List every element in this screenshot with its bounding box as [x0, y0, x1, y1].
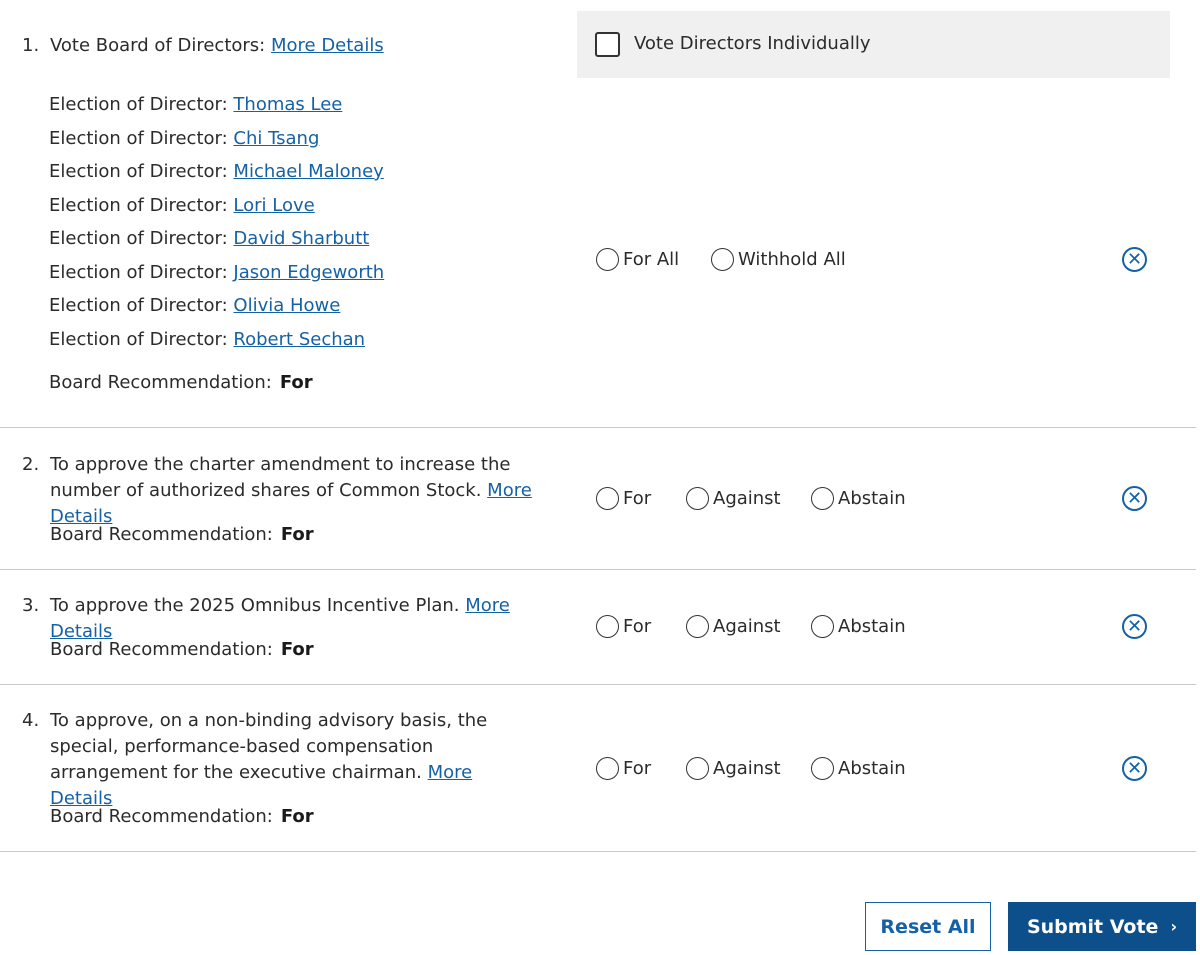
option-label: For	[623, 616, 652, 637]
board-recommendation-label: Board Recommendation:	[50, 806, 273, 827]
proposal-1-title: Vote Board of Directors: More Details	[50, 35, 384, 56]
director-name-link[interactable]: Lori Love	[233, 195, 314, 216]
option-label: For	[623, 488, 652, 509]
director-election-item: Election of Director: Lori Love	[49, 195, 315, 216]
director-election-item: Election of Director: David Sharbutt	[49, 228, 369, 249]
proposal-2-option-against[interactable]: Against	[686, 487, 781, 510]
board-recommendation-label: Board Recommendation:	[50, 639, 273, 660]
director-name-link[interactable]: Olivia Howe	[233, 295, 340, 316]
option-label: Withhold All	[738, 249, 846, 270]
proposal-3-clear-icon[interactable]: ✕	[1122, 614, 1147, 639]
director-name-link[interactable]: Michael Maloney	[233, 161, 383, 182]
option-label: Against	[713, 488, 781, 509]
proposal-3-option-for[interactable]: For	[596, 615, 651, 638]
radio-button[interactable]	[596, 757, 619, 780]
board-recommendation-value: For	[280, 639, 314, 660]
proposal-3-option-abstain[interactable]: Abstain	[811, 615, 906, 638]
board-recommendation-value: For	[280, 524, 314, 545]
proposal-2-question: To approve the charter amendment to incr…	[50, 454, 511, 501]
director-election-item: Election of Director: Chi Tsang	[49, 128, 319, 149]
radio-button[interactable]	[811, 487, 834, 510]
radio-button[interactable]	[811, 757, 834, 780]
director-election-label: Election of Director:	[49, 228, 228, 249]
proposal-1-option-for-all[interactable]: For All	[596, 248, 679, 271]
proposal-3-option-against[interactable]: Against	[686, 615, 781, 638]
proposal-1-more-details-link[interactable]: More Details	[271, 35, 384, 56]
radio-button[interactable]	[686, 615, 709, 638]
vote-directors-individually-checkbox[interactable]	[595, 32, 620, 57]
director-election-item: Election of Director: Thomas Lee	[49, 94, 342, 115]
option-label: For All	[623, 249, 680, 270]
director-election-item: Election of Director: Jason Edgeworth	[49, 262, 384, 283]
row-divider	[0, 684, 1196, 685]
director-election-label: Election of Director:	[49, 329, 228, 350]
vote-directors-individually-label[interactable]: Vote Directors Individually	[634, 33, 871, 54]
radio-button[interactable]	[686, 757, 709, 780]
proposal-3-board-recommendation: Board Recommendation: For	[50, 639, 314, 660]
proposal-3-question: To approve the 2025 Omnibus Incentive Pl…	[50, 595, 460, 616]
proposal-3-number: 3.	[22, 595, 40, 616]
board-recommendation-label: Board Recommendation:	[49, 372, 272, 393]
proposal-3-text: To approve the 2025 Omnibus Incentive Pl…	[50, 593, 575, 645]
proposal-2-clear-icon[interactable]: ✕	[1122, 486, 1147, 511]
submit-vote-label: Submit Vote	[1026, 915, 1159, 938]
director-name-link[interactable]: Chi Tsang	[233, 128, 319, 149]
board-recommendation-label: Board Recommendation:	[50, 524, 273, 545]
proposal-4-question: To approve, on a non-binding advisory ba…	[50, 710, 488, 783]
proposal-4-board-recommendation: Board Recommendation: For	[50, 806, 314, 827]
director-name-link[interactable]: Thomas Lee	[233, 94, 342, 115]
director-election-label: Election of Director:	[49, 295, 228, 316]
row-divider	[0, 851, 1196, 852]
option-label: Against	[713, 616, 781, 637]
proposal-4-option-abstain[interactable]: Abstain	[811, 757, 906, 780]
proposal-2-text: To approve the charter amendment to incr…	[50, 452, 575, 530]
proposal-1-board-recommendation: Board Recommendation: For	[49, 372, 313, 393]
director-election-item: Election of Director: Robert Sechan	[49, 329, 365, 350]
director-election-label: Election of Director:	[49, 262, 228, 283]
option-label: Abstain	[838, 758, 906, 779]
radio-button[interactable]	[596, 248, 619, 271]
director-name-link[interactable]: Robert Sechan	[233, 329, 365, 350]
option-label: Against	[713, 758, 781, 779]
option-label: For	[623, 758, 652, 779]
proposal-1-option-withhold-all[interactable]: Withhold All	[711, 248, 846, 271]
director-name-link[interactable]: Jason Edgeworth	[233, 262, 384, 283]
proposal-4-option-against[interactable]: Against	[686, 757, 781, 780]
director-name-link[interactable]: David Sharbutt	[233, 228, 369, 249]
radio-button[interactable]	[686, 487, 709, 510]
board-recommendation-value: For	[279, 372, 313, 393]
vote-directors-individually-bar: Vote Directors Individually	[577, 11, 1170, 78]
radio-button[interactable]	[596, 615, 619, 638]
director-election-label: Election of Director:	[49, 195, 228, 216]
proposal-1-title-text: Vote Board of Directors:	[50, 35, 266, 56]
proposal-4-number: 4.	[22, 710, 40, 731]
director-election-item: Election of Director: Michael Maloney	[49, 161, 384, 182]
radio-button[interactable]	[711, 248, 734, 271]
option-label: Abstain	[838, 616, 906, 637]
chevron-right-icon: ›	[1170, 917, 1178, 936]
proposal-1-number: 1.	[22, 35, 40, 56]
proposal-2-option-for[interactable]: For	[596, 487, 651, 510]
option-label: Abstain	[838, 488, 906, 509]
board-recommendation-value: For	[280, 806, 314, 827]
radio-button[interactable]	[596, 487, 619, 510]
proposal-2-option-abstain[interactable]: Abstain	[811, 487, 906, 510]
row-divider	[0, 427, 1196, 428]
director-election-label: Election of Director:	[49, 94, 228, 115]
proposal-4-option-for[interactable]: For	[596, 757, 651, 780]
director-election-item: Election of Director: Olivia Howe	[49, 295, 340, 316]
proposal-4-text: To approve, on a non-binding advisory ba…	[50, 708, 530, 812]
submit-vote-button[interactable]: Submit Vote ›	[1008, 902, 1196, 951]
radio-button[interactable]	[811, 615, 834, 638]
director-election-label: Election of Director:	[49, 161, 228, 182]
proposal-2-board-recommendation: Board Recommendation: For	[50, 524, 314, 545]
proposal-1-clear-icon[interactable]: ✕	[1122, 247, 1147, 272]
reset-all-button[interactable]: Reset All	[865, 902, 991, 951]
row-divider	[0, 569, 1196, 570]
proposal-2-number: 2.	[22, 454, 40, 475]
director-election-label: Election of Director:	[49, 128, 228, 149]
proposal-4-clear-icon[interactable]: ✕	[1122, 756, 1147, 781]
